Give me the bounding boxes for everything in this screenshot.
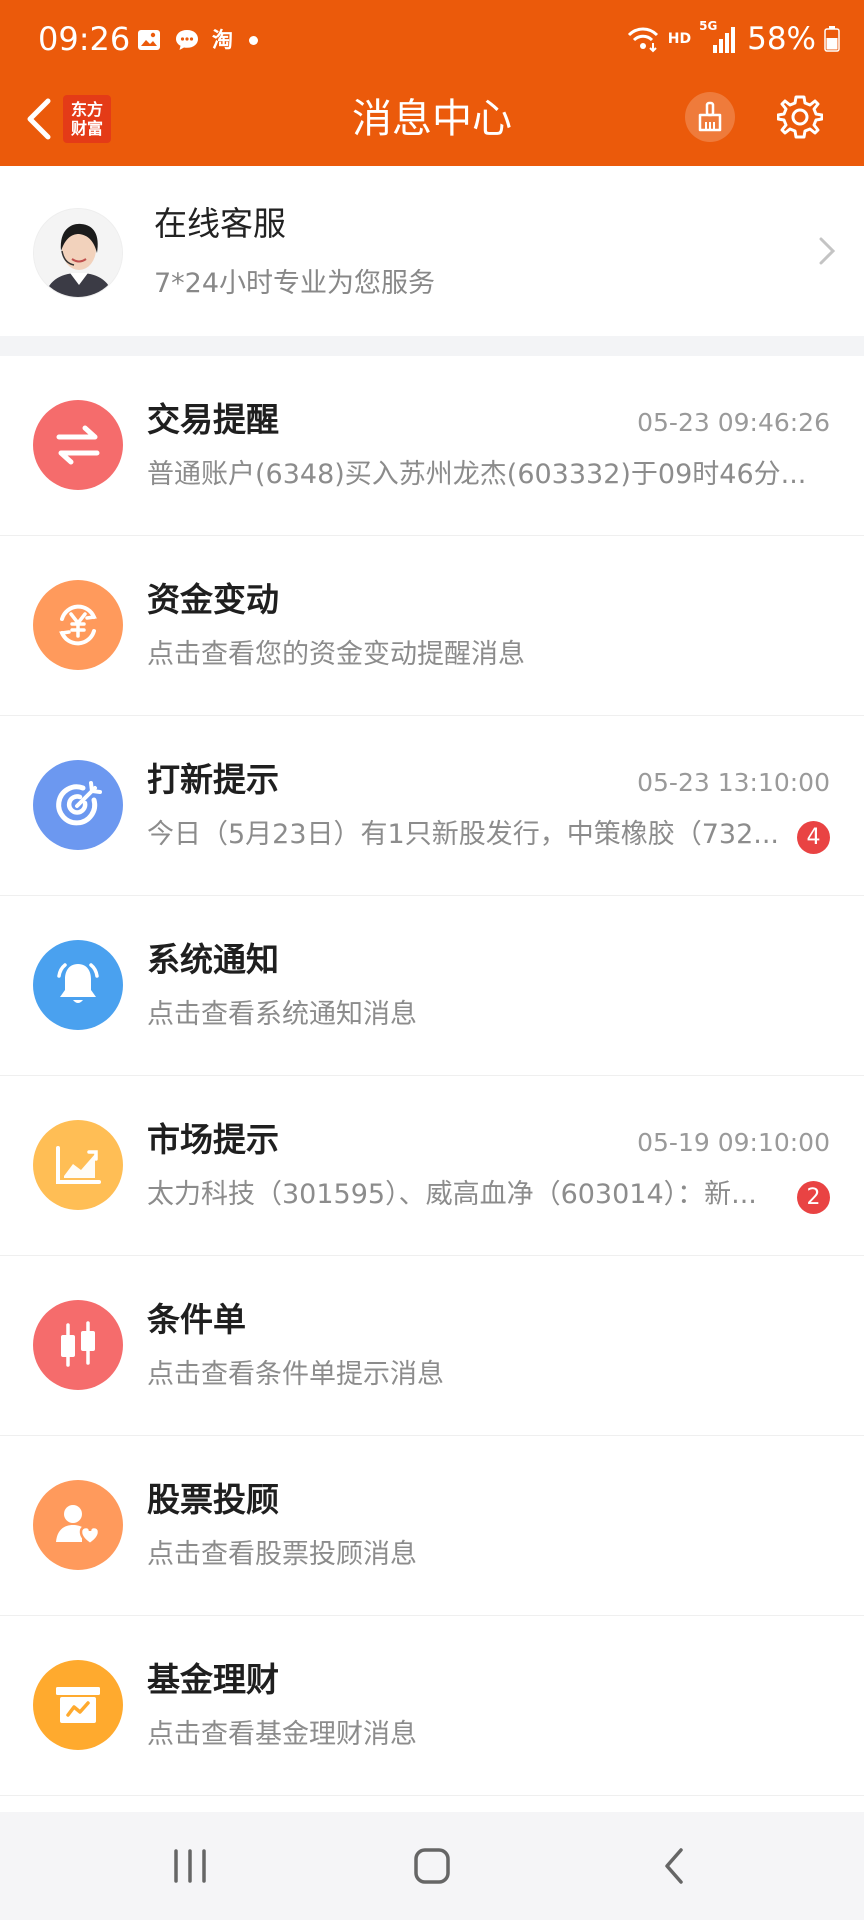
home-icon <box>414 1848 450 1884</box>
wifi-icon <box>627 27 658 53</box>
service-subtitle: 7*24小时专业为您服务 <box>154 268 436 299</box>
list-item-system-notice[interactable]: 系统通知 点击查看系统通知消息 <box>0 896 864 1076</box>
exchange-icon <box>56 425 100 465</box>
item-time: 05-19 09:10:00 <box>637 1128 830 1157</box>
list-item-ipo-alert[interactable]: 打新提示 05-23 13:10:00 今日（5月23日）有1只新股发行，中策橡… <box>0 716 864 896</box>
unread-badge: 4 <box>797 821 830 854</box>
icon-bg <box>33 1300 123 1390</box>
online-service-row[interactable]: 在线客服 7*24小时专业为您服务 <box>0 166 864 336</box>
service-avatar <box>33 208 123 298</box>
battery-percent: 58% <box>747 21 816 57</box>
section-divider <box>0 336 864 356</box>
item-title: 股票投顾 <box>147 1480 279 1519</box>
item-title: 条件单 <box>147 1300 246 1339</box>
taobao-icon: 淘 <box>212 28 233 52</box>
nav-back-button[interactable] <box>634 1836 714 1896</box>
item-time: 05-23 13:10:00 <box>637 768 830 797</box>
item-time: 05-23 09:46:26 <box>637 408 830 437</box>
app-header: 09:26 淘 HD 5G 58% 东方 财富 消息中心 <box>0 0 864 166</box>
list-item-trade-alert[interactable]: 交易提醒 05-23 09:46:26 普通账户(6348)买入苏州龙杰(603… <box>0 356 864 536</box>
item-desc: 普通账户(6348)买入苏州龙杰(603332)于09时46分... <box>147 459 807 490</box>
signal-icon: 5G <box>699 19 739 55</box>
item-title: 市场提示 <box>147 1120 279 1159</box>
recents-icon <box>174 1849 206 1883</box>
icon-bg <box>33 760 123 850</box>
icon-bg <box>33 1480 123 1570</box>
system-nav-bar <box>0 1812 864 1920</box>
status-bar: 09:26 淘 HD 5G 58% <box>0 0 864 78</box>
bell-icon <box>57 963 99 1003</box>
gear-icon <box>777 95 823 139</box>
message-icon <box>176 30 198 50</box>
item-desc: 今日（5月23日）有1只新股发行，中策橡胶（732... <box>147 819 779 850</box>
icon-bg <box>33 400 123 490</box>
recents-button[interactable] <box>150 1836 230 1896</box>
settings-button[interactable] <box>773 90 827 144</box>
candlestick-icon <box>61 1321 95 1367</box>
title-bar: 东方 财富 消息中心 <box>0 80 864 158</box>
agent-avatar-icon <box>34 209 122 297</box>
item-title: 资金变动 <box>147 580 279 619</box>
gallery-icon <box>138 30 160 50</box>
clear-messages-button[interactable] <box>685 92 735 142</box>
notification-icons: 淘 <box>136 24 258 56</box>
item-title: 基金理财 <box>147 1660 279 1699</box>
broom-icon <box>698 101 722 132</box>
back-icon <box>665 1848 683 1884</box>
icon-bg <box>33 1660 123 1750</box>
list-item-stock-advisor[interactable]: 股票投顾 点击查看股票投顾消息 <box>0 1436 864 1616</box>
icon-bg <box>33 940 123 1030</box>
hd-label: HD <box>667 31 692 47</box>
item-title: 打新提示 <box>147 760 279 799</box>
status-time: 09:26 <box>38 20 131 58</box>
icon-bg <box>33 580 123 670</box>
more-notifications-dot <box>249 35 258 45</box>
item-desc: 点击查看条件单提示消息 <box>147 1359 444 1390</box>
home-button[interactable] <box>392 1836 472 1896</box>
service-name: 在线客服 <box>154 204 286 243</box>
item-title: 交易提醒 <box>147 400 279 439</box>
fund-icon <box>56 1687 100 1723</box>
trend-icon <box>56 1146 101 1184</box>
chevron-right-icon <box>819 237 836 265</box>
status-right: HD 5G 58% <box>626 19 840 59</box>
list-item-conditional-order[interactable]: 条件单 点击查看条件单提示消息 <box>0 1256 864 1436</box>
target-icon <box>56 781 102 826</box>
yen-icon <box>59 604 97 646</box>
item-desc: 点击查看基金理财消息 <box>147 1719 417 1750</box>
advisor-icon <box>56 1505 101 1546</box>
item-desc: 太力科技（301595）、威高血净（603014）：新... <box>147 1179 757 1210</box>
list-item-fund-finance[interactable]: 基金理财 点击查看基金理财消息 <box>0 1616 864 1796</box>
item-title: 系统通知 <box>147 940 279 979</box>
item-desc: 点击查看您的资金变动提醒消息 <box>147 639 525 670</box>
unread-badge: 2 <box>797 1181 830 1214</box>
item-desc: 点击查看股票投顾消息 <box>147 1539 417 1570</box>
list-item-fund-change[interactable]: 资金变动 点击查看您的资金变动提醒消息 <box>0 536 864 716</box>
message-list: 交易提醒 05-23 09:46:26 普通账户(6348)买入苏州龙杰(603… <box>0 356 864 1796</box>
item-desc: 点击查看系统通知消息 <box>147 999 417 1030</box>
icon-bg <box>33 1120 123 1210</box>
list-item-market-alert[interactable]: 市场提示 05-19 09:10:00 太力科技（301595）、威高血净（60… <box>0 1076 864 1256</box>
battery-icon <box>824 26 840 52</box>
